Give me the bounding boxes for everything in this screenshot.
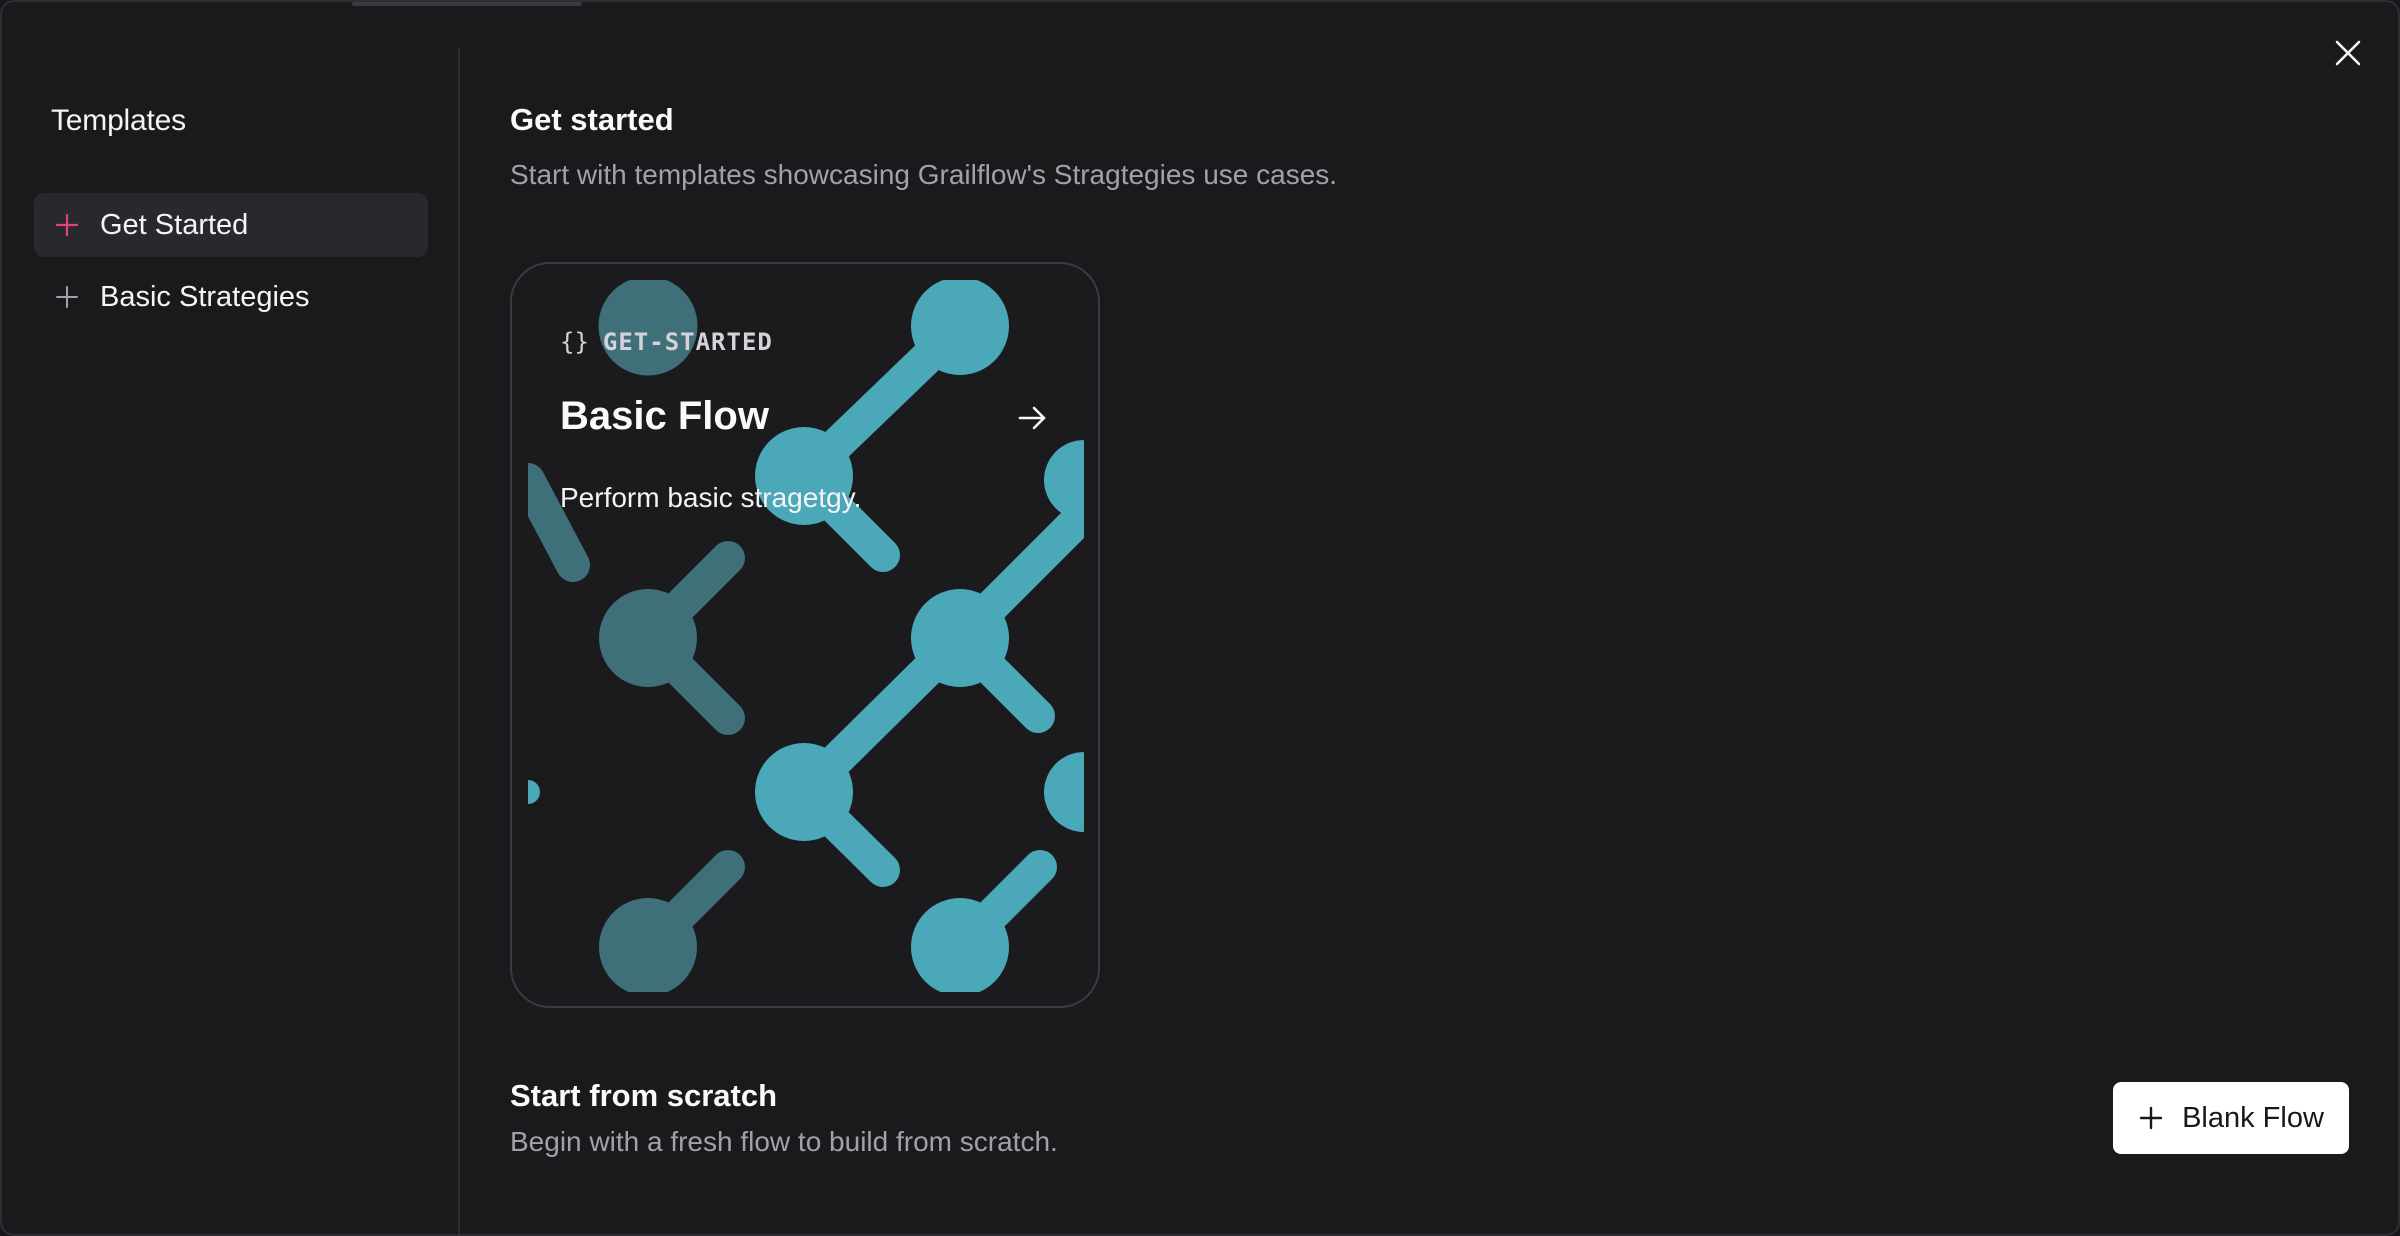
card-description: Perform basic stragetgy. xyxy=(560,482,862,513)
section-title: Get started xyxy=(510,102,674,137)
sidebar-item-basic-strategies[interactable]: Basic Strategies xyxy=(34,265,428,329)
sidebar-item-label: Get Started xyxy=(100,208,249,241)
plus-icon xyxy=(2138,1105,2164,1131)
card-title: Basic Flow xyxy=(560,394,769,438)
scratch-subtitle: Begin with a fresh flow to build from sc… xyxy=(510,1126,1058,1157)
blank-flow-button[interactable]: Blank Flow xyxy=(2113,1082,2349,1154)
template-card-basic-flow[interactable]: {} GET-STARTED Basic Flow Perform basic … xyxy=(510,262,1100,1008)
card-tag: {} GET-STARTED xyxy=(560,328,773,356)
plus-icon xyxy=(54,284,80,310)
plus-icon xyxy=(54,212,80,238)
section-subtitle: Start with templates showcasing Grailflo… xyxy=(510,159,1338,190)
sidebar: Templates Get Started Basic Strategies xyxy=(2,48,460,1234)
sidebar-item-get-started[interactable]: Get Started xyxy=(34,193,428,257)
sidebar-item-label: Basic Strategies xyxy=(100,280,310,313)
card-artwork xyxy=(528,280,1084,992)
scratch-title: Start from scratch xyxy=(510,1078,778,1113)
templates-modal: Templates Get Started Basic Strategies G… xyxy=(0,0,2400,1236)
braces-icon: {} xyxy=(560,328,589,356)
card-tag-text: GET-STARTED xyxy=(602,328,773,356)
sidebar-title: Templates xyxy=(51,104,186,137)
arrow-right-icon xyxy=(1012,398,1052,438)
blank-flow-label: Blank Flow xyxy=(2182,1101,2324,1134)
main-content: Get started Start with templates showcas… xyxy=(460,2,2398,1234)
